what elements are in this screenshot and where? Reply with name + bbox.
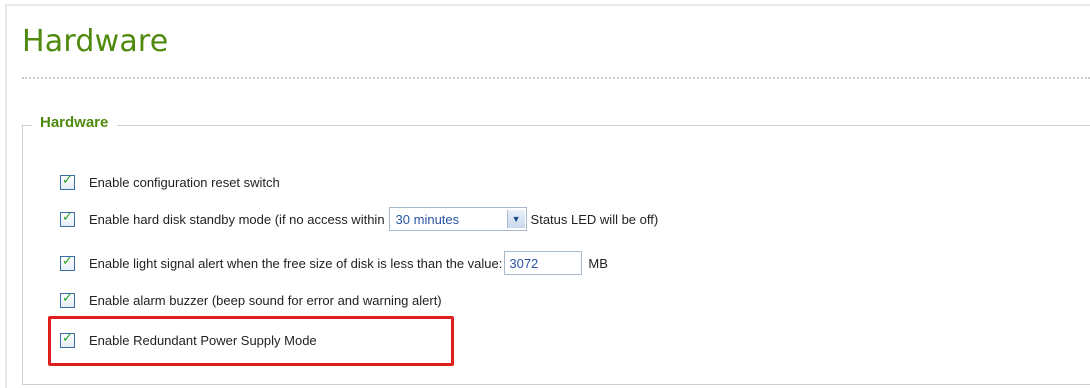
standby-time-select[interactable]: 30 minutes ▼ xyxy=(388,207,527,231)
option-config-reset-switch: ✓ Enable configuration reset switch xyxy=(60,170,280,194)
free-size-unit: MB xyxy=(588,255,608,271)
panel-left-border xyxy=(5,4,7,388)
alarm-buzzer-label: Enable alarm buzzer (beep sound for erro… xyxy=(89,292,442,308)
highlight-box xyxy=(48,316,454,366)
hdd-standby-checkbox[interactable]: ✓ xyxy=(60,209,75,227)
checkmark-icon: ✓ xyxy=(62,253,73,269)
checkmark-icon: ✓ xyxy=(62,290,73,306)
option-hdd-standby: ✓ Enable hard disk standby mode (if no a… xyxy=(60,207,658,231)
title-divider xyxy=(22,77,1090,79)
config-reset-switch-checkbox[interactable]: ✓ xyxy=(60,172,75,190)
hdd-standby-label-suffix: Status LED will be off) xyxy=(530,211,659,227)
option-light-signal-alert: ✓ Enable light signal alert when the fre… xyxy=(60,251,608,275)
page-title: Hardware xyxy=(22,24,169,59)
fieldset-legend: Hardware xyxy=(32,114,118,131)
checkmark-icon: ✓ xyxy=(62,209,73,225)
hardware-settings-page: Hardware Hardware ✓ Enable configuration… xyxy=(0,0,1090,388)
option-alarm-buzzer: ✓ Enable alarm buzzer (beep sound for er… xyxy=(60,288,442,312)
standby-time-value: 30 minutes xyxy=(395,211,460,227)
chevron-down-icon[interactable]: ▼ xyxy=(506,210,525,228)
config-reset-switch-label: Enable configuration reset switch xyxy=(89,174,280,190)
hdd-standby-label: Enable hard disk standby mode (if no acc… xyxy=(89,211,385,227)
light-signal-alert-label: Enable light signal alert when the free … xyxy=(89,255,503,271)
panel-top-border xyxy=(5,4,1090,6)
checkmark-icon: ✓ xyxy=(62,172,73,188)
free-size-threshold-input[interactable] xyxy=(504,251,583,275)
alarm-buzzer-checkbox[interactable]: ✓ xyxy=(60,290,75,308)
light-signal-alert-checkbox[interactable]: ✓ xyxy=(60,253,75,271)
